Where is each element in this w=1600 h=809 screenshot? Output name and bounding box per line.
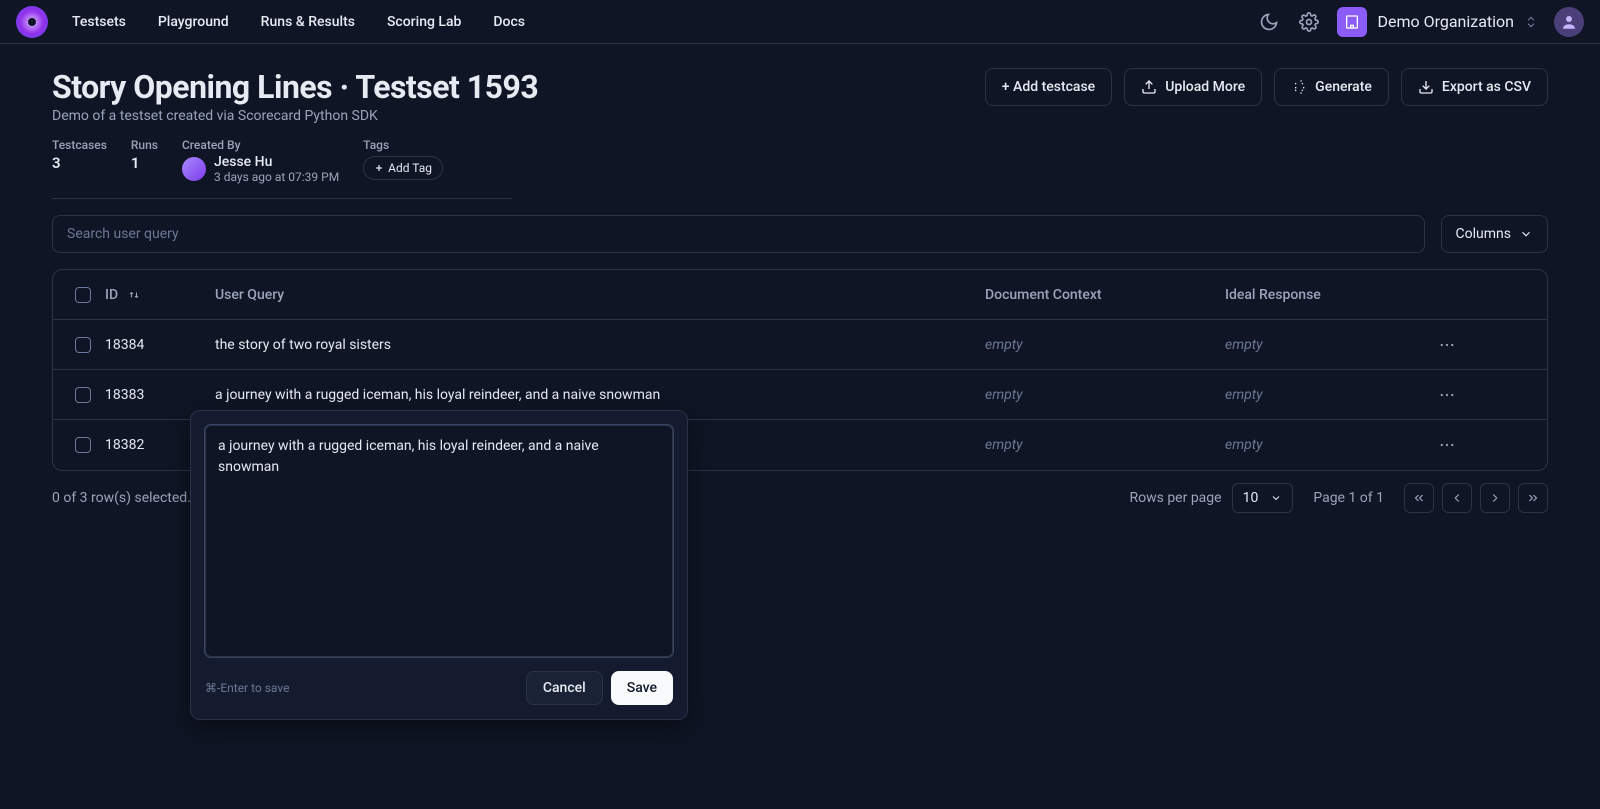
nav-playground[interactable]: Playground [158,14,229,30]
search-input[interactable] [52,215,1425,253]
more-icon [1438,336,1456,354]
page-last[interactable] [1518,483,1548,513]
cell-doc-context[interactable]: empty [985,387,1225,403]
cell-user-query[interactable]: a journey with a rugged iceman, his loya… [215,387,985,403]
chevrons-right-icon [1526,491,1540,505]
creator-time: 3 days ago at 07:39 PM [214,170,339,184]
row-checkbox[interactable] [75,437,91,453]
theme-toggle[interactable] [1257,10,1281,34]
cell-doc-context[interactable]: empty [985,437,1225,453]
topbar: Testsets Playground Runs & Results Scori… [0,0,1600,44]
header-id[interactable]: ID [105,287,215,303]
table-row[interactable]: 18384 the story of two royal sisters emp… [53,320,1547,370]
user-avatar[interactable] [1554,7,1584,37]
add-tag-button[interactable]: Add Tag [363,156,443,180]
chevron-down-icon [1519,227,1533,241]
plus-icon [374,163,384,173]
row-checkbox[interactable] [75,337,91,353]
chevron-left-icon [1450,491,1464,505]
cell-ideal-response[interactable]: empty [1225,437,1425,453]
edit-cell-popover: ⌘-Enter to save Cancel Save [190,410,688,720]
sparkle-icon [1291,79,1307,95]
cell-ideal-response[interactable]: empty [1225,387,1425,403]
org-badge-icon [1337,7,1367,37]
upload-more-button[interactable]: Upload More [1124,68,1262,106]
page-subtitle: Demo of a testset created via Scorecard … [52,108,538,124]
nav-runs-results[interactable]: Runs & Results [261,14,355,30]
export-csv-button[interactable]: Export as CSV [1401,68,1548,106]
generate-button[interactable]: Generate [1274,68,1389,106]
nav-scoring-lab[interactable]: Scoring Lab [387,14,461,30]
edit-textarea[interactable] [205,425,673,657]
org-name: Demo Organization [1377,12,1514,31]
select-all-checkbox[interactable] [75,287,91,303]
chevrons-left-icon [1412,491,1426,505]
cancel-button[interactable]: Cancel [526,671,603,705]
meta-created-by: Created By Jesse Hu 3 days ago at 07:39 … [182,138,339,184]
page-prev[interactable] [1442,483,1472,513]
more-icon [1438,436,1456,454]
row-actions[interactable] [1425,386,1469,404]
cell-ideal-response[interactable]: empty [1225,337,1425,353]
settings-button[interactable] [1297,10,1321,34]
org-switcher[interactable]: Demo Organization [1337,7,1538,37]
row-actions[interactable] [1425,436,1469,454]
more-icon [1438,386,1456,404]
chevron-right-icon [1488,491,1502,505]
gear-icon [1299,12,1319,32]
save-hint: ⌘-Enter to save [205,681,289,695]
creator-avatar [182,157,206,181]
rows-per-page-select[interactable]: 10 [1232,483,1294,513]
table-header-row: ID User Query Document Context Ideal Res… [53,270,1547,320]
page-info: Page 1 of 1 [1313,490,1384,506]
sort-icon [128,289,140,301]
building-icon [1344,14,1360,30]
rows-per-page-label: Rows per page [1129,490,1221,506]
upload-icon [1141,79,1157,95]
chevron-down-icon [1270,492,1282,504]
page-next[interactable] [1480,483,1510,513]
nav-testsets[interactable]: Testsets [72,14,126,30]
chevron-updown-icon [1524,15,1538,29]
save-button[interactable]: Save [611,671,673,705]
header-ideal-response: Ideal Response [1225,287,1425,303]
main-nav: Testsets Playground Runs & Results Scori… [72,14,525,30]
nav-docs[interactable]: Docs [493,14,525,30]
download-icon [1418,79,1434,95]
page-first[interactable] [1404,483,1434,513]
row-actions[interactable] [1425,336,1469,354]
cell-user-query[interactable]: the story of two royal sisters [215,337,985,353]
app-logo[interactable] [16,6,48,38]
add-testcase-button[interactable]: + Add testcase [985,68,1112,106]
user-icon [1560,13,1578,31]
header-doc-context: Document Context [985,287,1225,303]
meta-testcases: Testcases 3 [52,138,107,184]
row-checkbox[interactable] [75,387,91,403]
cell-doc-context[interactable]: empty [985,337,1225,353]
cell-id: 18383 [105,387,215,403]
columns-button[interactable]: Columns [1441,215,1548,253]
cell-id: 18384 [105,337,215,353]
creator-name: Jesse Hu [214,154,339,170]
meta-runs: Runs 1 [131,138,158,184]
meta-tags: Tags Add Tag [363,138,443,184]
page-title: Story Opening Lines · Testset 1593 [52,68,538,106]
moon-icon [1259,12,1279,32]
selection-count: 0 of 3 row(s) selected. [52,490,191,506]
header-user-query: User Query [215,287,985,303]
